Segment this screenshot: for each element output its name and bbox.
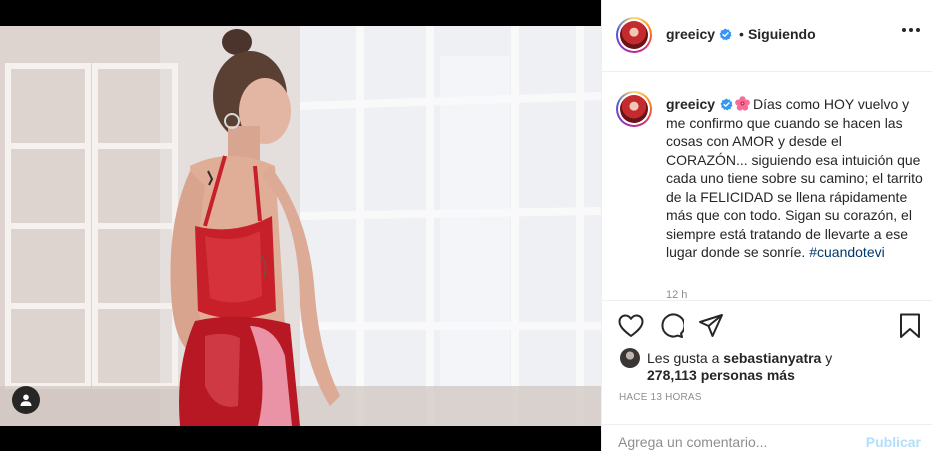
comment-input[interactable] xyxy=(618,433,838,451)
separator-dot: • xyxy=(739,26,744,42)
publish-comment-button[interactable]: Publicar xyxy=(866,434,921,450)
post-media[interactable] xyxy=(0,0,601,451)
liker-avatar[interactable] xyxy=(620,348,640,368)
hibiscus-emoji-icon xyxy=(735,96,750,111)
likes-summary: Les gusta a sebastianyatra y xyxy=(620,348,832,368)
share-icon[interactable] xyxy=(698,313,724,339)
caption-hashtag-link[interactable]: #cuandotevi xyxy=(809,244,885,260)
liker-username[interactable]: sebastianyatra xyxy=(723,350,821,366)
bookmark-icon[interactable] xyxy=(899,313,921,339)
caption-timestamp: 12 h xyxy=(666,289,688,299)
post-side-panel: greeicy • Siguiendo greeicy Días como HO… xyxy=(601,0,932,451)
post-timestamp[interactable]: HACE 13 HORAS xyxy=(619,392,702,403)
likes-text: Les gusta a sebastianyatra y xyxy=(647,350,833,366)
heart-icon[interactable] xyxy=(618,314,644,338)
user-tag-icon[interactable] xyxy=(12,386,40,414)
caption-body: Días como HOY vuelvo y me confirmo que c… xyxy=(666,96,923,260)
caption-author-avatar[interactable] xyxy=(616,91,652,127)
more-options-icon[interactable] xyxy=(902,28,920,32)
author-info: greeicy • Siguiendo xyxy=(666,26,816,42)
likes-count-link[interactable]: 278,113 personas más xyxy=(647,367,795,383)
photo-illustration xyxy=(0,26,601,426)
comment-section: Publicar xyxy=(602,424,932,451)
caption-username[interactable]: greeicy xyxy=(666,96,715,112)
author-avatar[interactable] xyxy=(616,17,652,53)
post-photo[interactable] xyxy=(0,26,601,426)
post-header: greeicy • Siguiendo xyxy=(602,0,932,72)
caption-section: greeicy Días como HOY vuelvo y me confir… xyxy=(602,73,932,299)
comment-icon[interactable] xyxy=(658,313,684,339)
caption-text: greeicy Días como HOY vuelvo y me confir… xyxy=(666,95,924,262)
actions-section: Les gusta a sebastianyatra y 278,113 per… xyxy=(602,300,932,424)
verified-badge-icon xyxy=(720,98,733,111)
letterbox-bottom xyxy=(0,426,601,451)
author-username[interactable]: greeicy xyxy=(666,26,715,42)
letterbox-top xyxy=(0,0,601,26)
following-button[interactable]: Siguiendo xyxy=(748,26,816,42)
verified-badge-icon xyxy=(719,27,732,41)
